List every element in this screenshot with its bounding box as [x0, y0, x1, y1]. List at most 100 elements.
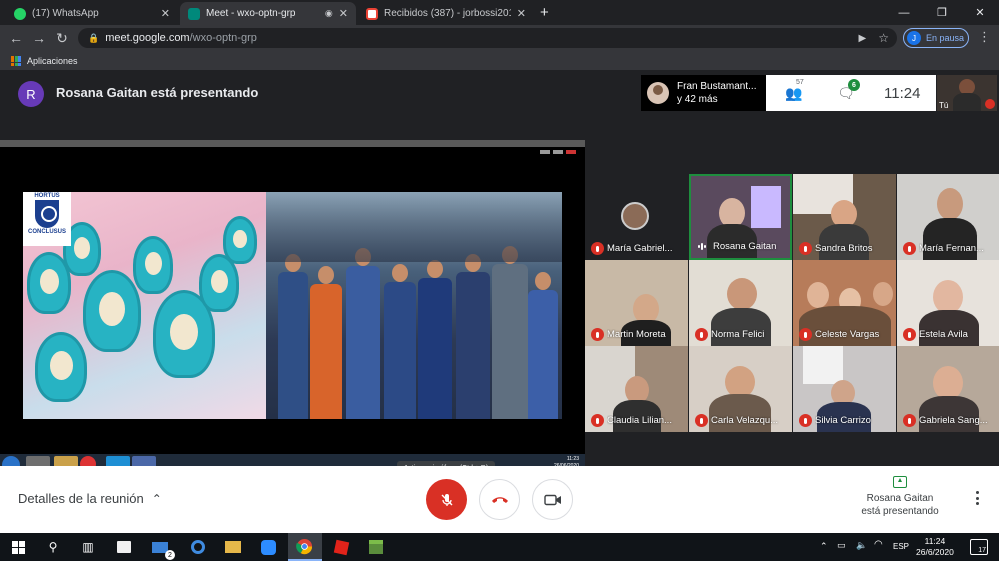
self-video-tile[interactable]: Tú [937, 75, 997, 111]
taskbar-date: 26/6/2020 [916, 547, 954, 557]
speaking-indicator-icon [698, 243, 708, 250]
reload-icon[interactable]: ↻ [51, 27, 73, 49]
mic-off-icon [591, 328, 604, 341]
mic-off-icon [799, 328, 812, 341]
mic-off-icon [985, 99, 995, 109]
profile-button[interactable]: J En pausa [903, 28, 969, 48]
participant-name: Carla Velazqu... [711, 415, 779, 426]
people-button[interactable]: 👥 57 [784, 79, 804, 101]
participant-name: Claudia Lilian... [607, 415, 672, 426]
close-icon[interactable]: ✕ [517, 7, 526, 20]
slide-image: HORTUS CONCLUSUS [23, 192, 562, 419]
participant-grid: María Gabriel... Rosana Gaitan Sandra Br… [585, 174, 999, 432]
more-options-icon[interactable] [970, 488, 984, 508]
browser-menu-icon[interactable]: ⋮ [978, 29, 991, 45]
wifi-icon[interactable]: ◠ [874, 539, 883, 550]
notification-center-icon[interactable]: 17 [970, 539, 988, 555]
participant-tile[interactable]: Claudia Lilian... [585, 346, 688, 432]
mic-off-icon [591, 414, 604, 427]
back-arrow-icon[interactable]: ← [5, 27, 27, 49]
tab-label: Recibidos (387) - jorbossi2014@ [384, 8, 511, 19]
tab-whatsapp[interactable]: (17) WhatsApp ✕ [6, 2, 178, 25]
zoom-icon[interactable] [259, 538, 277, 556]
school-logo: HORTUS CONCLUSUS [23, 192, 71, 246]
hang-up-button[interactable] [479, 479, 520, 520]
address-bar[interactable]: 🔒 meet.google.com/wxo-optn-grp ▶ ☆ [78, 28, 897, 48]
close-icon[interactable]: ✕ [161, 7, 170, 20]
participant-name: María Fernan... [919, 243, 984, 254]
participants-summary[interactable]: Fran Bustamant... y 42 más [641, 75, 766, 111]
task-view-icon[interactable]: ▥ [79, 538, 97, 556]
edge-icon[interactable] [189, 538, 207, 556]
meet-icon [188, 7, 200, 20]
chat-button[interactable]: 🗨 6 [836, 79, 860, 101]
taskbar-time: 11:24 [924, 536, 946, 546]
mic-off-icon [799, 414, 812, 427]
tab-meet[interactable]: Meet - wxo-optn-grp ◉ ✕ [180, 2, 356, 25]
video-camera-icon [543, 494, 561, 505]
students-photo [266, 192, 562, 419]
participant-tile[interactable]: Estela Avila [897, 260, 999, 346]
new-tab-plus-icon[interactable]: + [540, 4, 549, 21]
browser-toolbar: ← → ↻ 🔒 meet.google.com/wxo-optn-grp ▶ ☆… [0, 25, 999, 51]
whatsapp-icon [14, 7, 26, 20]
participant-tile[interactable]: Gabriela Sang... [897, 346, 999, 432]
taskbar-clock[interactable]: 11:24 26/6/2020 [916, 536, 954, 558]
mic-off-icon [903, 242, 916, 255]
recording-dot-icon: ◉ [324, 8, 333, 18]
presenting-indicator[interactable]: Rosana Gaitan está presentando [850, 476, 950, 518]
shared-screen: HORTUS CONCLUSUS 11:23 [0, 140, 585, 475]
phone-hangup-icon [491, 496, 508, 503]
shared-clock-time: 11:23 [566, 456, 579, 462]
participant-tile[interactable]: Carla Velazqu... [689, 346, 792, 432]
presenting-line-2: está presentando [861, 506, 939, 517]
participant-tile[interactable]: Silvia Carrizo [793, 346, 896, 432]
window-close-icon[interactable]: ✕ [961, 0, 999, 25]
camera-indicator-icon[interactable]: ▶ [859, 33, 867, 44]
lock-icon: 🔒 [88, 32, 100, 43]
minimize-icon[interactable]: — [885, 0, 923, 25]
mail-icon[interactable]: 2 [151, 538, 175, 560]
participant-tile[interactable]: Norma Felici [689, 260, 792, 346]
camera-toggle-button[interactable] [532, 479, 573, 520]
battery-icon[interactable]: ▭ [837, 540, 846, 551]
gmail-icon [366, 7, 378, 20]
search-icon[interactable]: ⚲ [44, 538, 62, 556]
participant-tile[interactable]: Sandra Britos [793, 174, 896, 260]
participant-tile[interactable]: Martin Moreta [585, 260, 688, 346]
bookmark-star-icon[interactable]: ☆ [878, 31, 889, 45]
participants-line-2: y 42 más [677, 94, 718, 105]
mic-off-icon [903, 414, 916, 427]
roblox-icon[interactable] [332, 538, 350, 556]
mic-toggle-button[interactable] [426, 479, 467, 520]
meeting-details-label: Detalles de la reunión [18, 491, 144, 506]
meet-stage: R Rosana Gaitan está presentando Fran Bu… [0, 72, 999, 475]
bookmark-apps[interactable]: Aplicaciones [27, 56, 78, 66]
close-icon[interactable]: ✕ [339, 7, 348, 20]
language-indicator[interactable]: ESP [893, 542, 909, 551]
participant-name: Rosana Gaitan [713, 241, 777, 252]
mic-off-icon [441, 493, 452, 506]
meeting-details-button[interactable]: Detalles de la reunión ⌃ [18, 491, 162, 506]
participant-tile[interactable]: María Gabriel... [585, 174, 688, 260]
windows-start-icon[interactable] [9, 538, 27, 556]
chrome-taskbar-button[interactable] [288, 533, 322, 561]
participant-name: Estela Avila [919, 329, 968, 340]
speaker-icon[interactable]: 🔈 [856, 540, 867, 551]
restore-icon[interactable]: ❐ [923, 0, 961, 25]
tab-label: Meet - wxo-optn-grp [206, 8, 296, 19]
chevron-up-icon[interactable]: ⌃ [820, 541, 828, 552]
file-explorer-icon[interactable] [224, 538, 242, 556]
meeting-info-bar: 👥 57 🗨 6 11:24 [766, 75, 936, 111]
minecraft-icon[interactable] [367, 538, 385, 556]
participant-tile[interactable]: Rosana Gaitan [689, 174, 792, 260]
tab-gmail[interactable]: Recibidos (387) - jorbossi2014@ ✕ [358, 2, 534, 25]
participant-tile[interactable]: Celeste Vargas [793, 260, 896, 346]
tab-label: (17) WhatsApp [32, 8, 99, 19]
figurines-photo: HORTUS CONCLUSUS [23, 192, 266, 419]
store-icon[interactable] [115, 538, 133, 556]
bookmarks-bar: Aplicaciones [0, 51, 999, 71]
participant-tile[interactable]: María Fernan... [897, 174, 999, 260]
mic-off-icon [799, 242, 812, 255]
forward-arrow-icon[interactable]: → [28, 27, 50, 49]
